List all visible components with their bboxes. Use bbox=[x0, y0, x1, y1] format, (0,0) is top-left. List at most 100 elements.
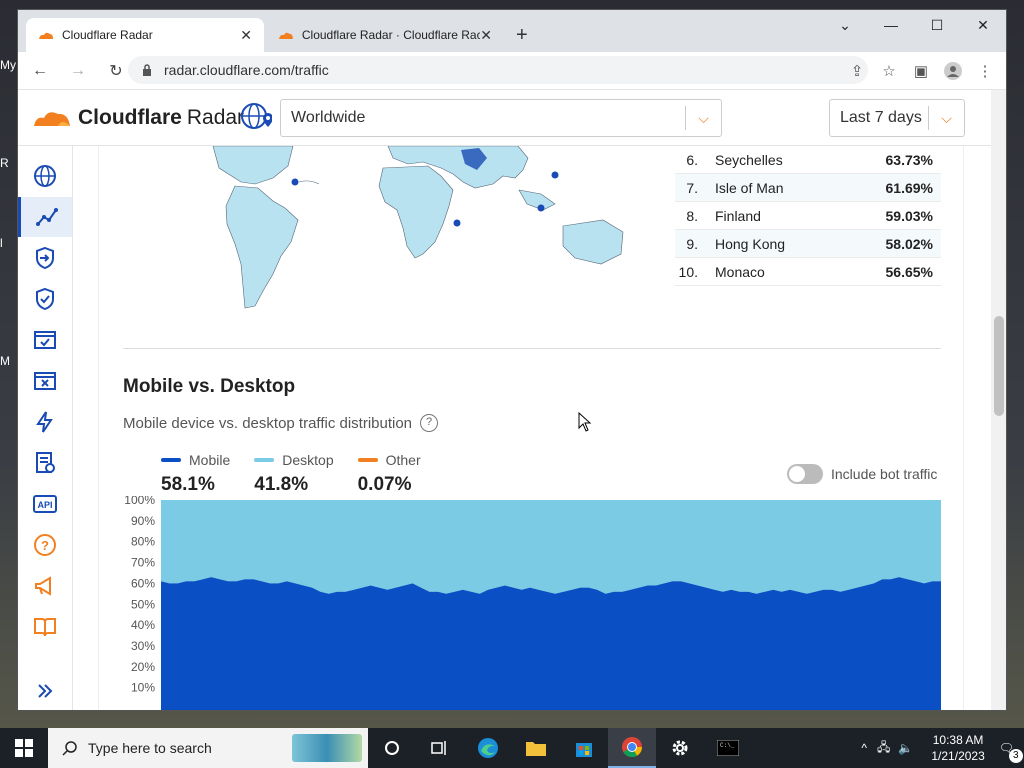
desktop-label: l bbox=[0, 236, 3, 250]
scrollbar-thumb[interactable] bbox=[994, 316, 1004, 416]
profile-avatar-icon[interactable] bbox=[940, 58, 966, 84]
desktop-icons: My R l M bbox=[0, 0, 18, 728]
bookmark-star-icon[interactable]: ☆ bbox=[876, 58, 902, 84]
rank-country: Monaco bbox=[715, 263, 765, 280]
maximize-icon[interactable]: ☐ bbox=[914, 10, 960, 42]
sidebar-item-overview[interactable] bbox=[18, 156, 72, 196]
chrome-icon[interactable] bbox=[608, 728, 656, 768]
rank-country: Isle of Man bbox=[715, 179, 784, 196]
side-panel-icon[interactable]: ▣ bbox=[908, 58, 934, 84]
svg-text:?: ? bbox=[41, 538, 49, 553]
browser-toolbar: ← → ↻ radar.cloudflare.com/traffic ⇪ ☆ ▣… bbox=[18, 52, 1006, 90]
legend-item-mobile[interactable]: Mobile 58.1% bbox=[161, 452, 230, 496]
sidebar-item-reports[interactable] bbox=[18, 443, 72, 483]
date-range-select[interactable]: Last 7 days ⌵ bbox=[829, 99, 965, 137]
edge-browser-icon[interactable] bbox=[464, 728, 512, 768]
ranking-row: 10. Monaco 56.65% bbox=[675, 258, 941, 286]
start-button[interactable] bbox=[0, 728, 48, 768]
terminal-icon[interactable]: C:\_ bbox=[704, 728, 752, 768]
minimize-icon[interactable]: — bbox=[868, 10, 914, 42]
location-select[interactable]: Worldwide ⌵ bbox=[280, 99, 722, 137]
sidebar-item-api[interactable]: API bbox=[18, 484, 72, 524]
network-icon[interactable]: 🖧 bbox=[877, 738, 890, 759]
sidebar-item-traffic[interactable] bbox=[18, 197, 72, 237]
section-title: Mobile vs. Desktop bbox=[123, 376, 296, 397]
chevron-down-icon: ⌵ bbox=[685, 106, 721, 130]
menu-kebab-icon[interactable]: ⋮ bbox=[972, 58, 998, 84]
tab-cloudflare-radar[interactable]: Cloudflare Radar ✕ bbox=[26, 18, 264, 52]
search-icon bbox=[62, 741, 77, 756]
sidebar-expand[interactable] bbox=[18, 671, 72, 710]
sidebar-item-security[interactable] bbox=[18, 279, 72, 319]
legend-label: Mobile bbox=[189, 452, 231, 468]
sidebar-item-help[interactable]: ? bbox=[18, 525, 72, 565]
task-view-icon[interactable] bbox=[416, 728, 464, 768]
traffic-line-icon bbox=[35, 208, 58, 226]
legend-swatch bbox=[161, 458, 181, 462]
y-tick-label: 80% bbox=[131, 535, 155, 549]
y-tick-label: 30% bbox=[131, 639, 155, 653]
rank-percentage: 59.03% bbox=[885, 207, 933, 224]
y-tick-label: 100% bbox=[124, 496, 155, 507]
taskbar-search[interactable]: Type here to search bbox=[48, 728, 368, 768]
notification-icon[interactable]: 🗨 3 bbox=[999, 741, 1023, 763]
ranking-list: 6. Seychelles 63.73% 7. Isle of Man 61.69% 8… bbox=[675, 146, 941, 286]
rank-number: 9. bbox=[686, 235, 698, 252]
brand-logo[interactable]: Cloudflare Radar bbox=[32, 106, 244, 130]
close-tab-icon[interactable]: ✕ bbox=[480, 27, 492, 44]
bot-traffic-toggle[interactable]: Include bot traffic bbox=[787, 464, 937, 484]
page-scrollbar[interactable] bbox=[991, 90, 1006, 710]
radar-sidebar: API ? bbox=[18, 146, 73, 710]
globe-icon bbox=[34, 165, 56, 187]
tab-title: Cloudflare Radar bbox=[62, 28, 153, 42]
close-tab-icon[interactable]: ✕ bbox=[240, 27, 252, 44]
sidebar-item-announcements[interactable] bbox=[18, 566, 72, 606]
toggle-switch[interactable] bbox=[787, 464, 823, 484]
radar-page: Cloudflare Radar Worldwide ⌵ Last 7 days… bbox=[18, 90, 1006, 710]
new-tab-icon[interactable]: + bbox=[516, 24, 528, 47]
cortana-icon[interactable] bbox=[368, 728, 416, 768]
sidebar-item-domains[interactable] bbox=[18, 320, 72, 360]
question-circle-icon: ? bbox=[34, 534, 56, 556]
login-shield-icon bbox=[36, 246, 54, 270]
sidebar-item-performance[interactable] bbox=[18, 402, 72, 442]
tab-search-icon[interactable]: ⌄ bbox=[822, 10, 868, 42]
windows-taskbar: Type here to search C:\_ ^ 🖧 🔈 10:38 AM … bbox=[0, 728, 1024, 768]
y-tick-label: 20% bbox=[131, 660, 155, 674]
sidebar-item-adoption[interactable] bbox=[18, 238, 72, 278]
address-bar[interactable]: radar.cloudflare.com/traffic bbox=[128, 56, 868, 84]
store-icon[interactable] bbox=[560, 728, 608, 768]
lightning-icon bbox=[36, 411, 53, 433]
help-question-icon[interactable]: ? bbox=[420, 414, 439, 432]
legend-value: 58.1% bbox=[161, 474, 215, 495]
ranking-row: 9. Hong Kong 58.02% bbox=[675, 230, 941, 258]
main-content: 6. Seychelles 63.73% 7. Isle of Man 61.69% 8… bbox=[98, 146, 964, 710]
share-icon[interactable]: ⇪ bbox=[844, 58, 870, 84]
file-explorer-icon[interactable] bbox=[512, 728, 560, 768]
taskbar-clock[interactable]: 10:38 AM 1/21/2023 bbox=[931, 732, 984, 764]
settings-gear-icon[interactable] bbox=[656, 728, 704, 768]
volume-icon[interactable]: 🔈 bbox=[898, 741, 913, 755]
chevron-up-icon[interactable]: ^ bbox=[861, 741, 867, 755]
toolbar-actions: ⇪ ☆ ▣ ⋮ bbox=[844, 58, 998, 84]
clock-time: 10:38 AM bbox=[932, 733, 984, 747]
tab-cloudflare-radar-2[interactable]: Cloudflare Radar · Cloudflare Rac ✕ bbox=[266, 18, 504, 52]
rank-number: 8. bbox=[686, 207, 698, 224]
tab-title: Cloudflare Radar · Cloudflare Rac bbox=[301, 28, 481, 42]
world-map bbox=[212, 146, 624, 309]
system-tray: ^ 🖧 🔈 10:38 AM 1/21/2023 🗨 3 bbox=[861, 728, 1024, 768]
legend-item-other[interactable]: Other 0.07% bbox=[357, 452, 421, 496]
legend-value: 41.8% bbox=[254, 474, 309, 495]
close-window-icon[interactable]: ✕ bbox=[960, 10, 1006, 42]
browser-window: Cloudflare Radar ✕ Cloudflare Radar · Cl… bbox=[18, 10, 1006, 710]
back-icon[interactable]: ← bbox=[24, 62, 56, 80]
ranking-row: 8. Finland 59.03% bbox=[675, 202, 941, 230]
clock-date: 1/21/2023 bbox=[931, 749, 985, 763]
legend-item-desktop[interactable]: Desktop 41.8% bbox=[254, 452, 334, 496]
sidebar-item-outages[interactable] bbox=[18, 361, 72, 401]
sidebar-item-docs[interactable] bbox=[18, 607, 72, 647]
rank-percentage: 56.65% bbox=[885, 263, 933, 280]
url-text: radar.cloudflare.com/traffic bbox=[164, 62, 329, 78]
window-controls: ⌄ — ☐ ✕ bbox=[822, 10, 1006, 42]
forward-icon[interactable]: → bbox=[62, 62, 94, 80]
